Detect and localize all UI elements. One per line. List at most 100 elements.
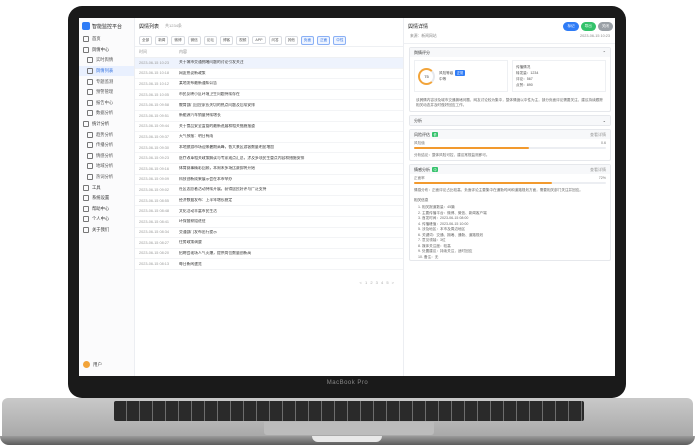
table-row[interactable]: 2023-06-15 08:41 环保督察组进驻 xyxy=(135,217,403,228)
sentiment-card: 情感分析中 查看详情 正面率 72% 情感分布：正面评论占比较高，负面评论主要集中… xyxy=(409,164,611,261)
laptop-deck xyxy=(2,398,693,436)
table-row[interactable]: 2023-06-15 10:12 某地发布最新通知公告 xyxy=(135,79,403,90)
row-time: 2023-06-15 08:13 xyxy=(139,262,169,267)
sidebar-item[interactable]: 实时舆情 xyxy=(79,55,134,66)
table-row[interactable]: 2023-06-15 09:02 社区志愿者活动持续开展，获得居民好评与广泛支持 xyxy=(135,185,403,196)
detail-action-button[interactable]: 关闭 xyxy=(597,21,613,31)
sidebar-item[interactable]: 系统设置 xyxy=(79,193,134,204)
table-row[interactable]: 2023-06-15 09:30 本地旅游市场迎来暑期高峰，各大景区游客数量明显增… xyxy=(135,143,403,154)
row-time: 2023-06-15 09:02 xyxy=(139,187,169,192)
sidebar-item[interactable]: 舆情中心 xyxy=(79,45,134,56)
sentiment-title: 情感分析 xyxy=(414,166,430,172)
filter-chip[interactable]: 问答 xyxy=(268,35,282,45)
user-name: 用户 xyxy=(93,361,102,367)
detail-action-button[interactable]: 标记 xyxy=(563,21,579,31)
risk-detail-link[interactable]: 查看详情 xyxy=(590,132,606,138)
filter-chip[interactable]: 全部 xyxy=(139,35,153,45)
risk-title: 风险评估 xyxy=(414,131,430,137)
table-row[interactable]: 2023-06-15 09:58 教育部门回应家长关切的热点问题及后续安排 xyxy=(135,100,403,111)
sidebar-item[interactable]: 热词分析 xyxy=(79,172,134,183)
sidebar-item[interactable]: 专题监测 xyxy=(79,76,134,87)
table-row[interactable]: 2023-06-15 10:23 关于城市交通拥堵问题的讨论引发关注 xyxy=(135,58,403,69)
sidebar-item[interactable]: 情感分析 xyxy=(79,151,134,162)
sidebar-item-label: 帮助中心 xyxy=(92,205,110,211)
filter-chip[interactable]: 其他 xyxy=(284,35,298,45)
sidebar-item[interactable]: 地域分析 xyxy=(79,161,134,172)
sidebar-item[interactable]: 数据分析 xyxy=(79,108,134,119)
sidebar-item[interactable]: 舆情列表 xyxy=(79,65,134,77)
chevron-down-icon[interactable]: ⌄ xyxy=(603,118,606,123)
filter-chip[interactable]: 微博 xyxy=(171,35,185,45)
filter-chip[interactable]: 博客 xyxy=(219,35,234,45)
sidebar-item-label: 舆情中心 xyxy=(92,46,110,52)
filter-chip[interactable]: 论坛 xyxy=(203,35,217,45)
nav-item-icon xyxy=(83,205,89,212)
sentiment-detail-link[interactable]: 查看详情 xyxy=(590,167,606,173)
table-row[interactable]: 2023-06-15 09:23 医疗改革相关政策解读与专家观点汇总，涉及多项民生… xyxy=(135,153,403,164)
row-time: 2023-06-15 08:27 xyxy=(139,240,169,245)
nav-item-icon xyxy=(83,36,89,43)
sidebar-item[interactable]: 统计分析 xyxy=(79,119,134,130)
detail-header: 舆情详情 标记 导出 关闭 xyxy=(404,18,615,34)
table-row[interactable]: 2023-06-15 09:09 科技创新成果展示会在本市举办 xyxy=(135,175,403,186)
filter-chip[interactable]: 新闻 xyxy=(155,35,169,45)
sentiment-filter-chip[interactable]: 中性 xyxy=(333,35,347,45)
related-list: 1. 相关报道数量：45篇 2. 主要传播平台：微博、微信、新闻客户端 3. 首发时… xyxy=(410,205,610,260)
sidebar-item[interactable]: 报告中心 xyxy=(79,98,134,109)
sidebar-item[interactable]: 趋势分析 xyxy=(79,129,134,140)
nav-item-icon xyxy=(87,163,93,170)
detail-source: 来源：新闻网站 xyxy=(410,34,437,38)
table-row[interactable]: 2023-06-15 10:18 网友热议新政策 xyxy=(135,69,403,80)
table-row[interactable]: 2023-06-15 10:05 市民反映小区环境卫生问题持续存在 xyxy=(135,90,403,101)
screen: 智能监控平台 首页 舆情中心 实时舆情 舆情列表 专题监测 预警管理 报告中心 数据分析 统计分… xyxy=(79,18,615,376)
pagination[interactable]: < 1 2 3 4 5 > xyxy=(360,280,395,285)
sidebar-item[interactable]: 预警管理 xyxy=(79,87,134,98)
table-row[interactable]: 2023-06-15 08:55 经济数据发布：上半年增长稳定 xyxy=(135,196,403,207)
sidebar-item[interactable]: 帮助中心 xyxy=(79,204,134,215)
nav-item-icon xyxy=(83,195,89,202)
table-row[interactable]: 2023-06-15 09:44 关于食品安全监管的最新进展和相关措施报道 xyxy=(135,122,403,133)
row-time: 2023-06-15 09:23 xyxy=(139,156,169,161)
table-body: 2023-06-15 10:23 关于城市交通拥堵问题的讨论引发关注 2023-06… xyxy=(135,58,403,270)
table-row[interactable]: 2023-06-15 08:20 招聘会现场人气火爆，提供岗位数量创新高 xyxy=(135,249,403,260)
table-row[interactable]: 2023-06-15 08:27 住房政策调整 xyxy=(135,238,403,249)
spread-summary: 传播情况 转发量：1234 评论：567 点赞：890 xyxy=(512,60,606,92)
filter-chip[interactable]: 微信 xyxy=(187,35,201,45)
sidebar: 智能监控平台 首页 舆情中心 实时舆情 舆情列表 专题监测 预警管理 报告中心 数据分析 统计分… xyxy=(79,18,135,376)
row-content: 本地旅游市场迎来暑期高峰，各大景区游客数量明显增加 xyxy=(179,145,274,150)
row-time: 2023-06-15 10:18 xyxy=(139,71,169,76)
row-time: 2023-06-15 10:12 xyxy=(139,81,169,86)
sidebar-item[interactable]: 工具 xyxy=(79,182,134,193)
row-content: 天气预报：明日有雨 xyxy=(179,134,214,139)
filter-chip[interactable]: 视频 xyxy=(236,35,250,45)
sidebar-item[interactable]: 传播分析 xyxy=(79,140,134,151)
sidebar-item-label: 专题监测 xyxy=(96,78,114,84)
row-time: 2023-06-15 09:16 xyxy=(139,166,169,171)
row-time: 2023-06-15 08:34 xyxy=(139,230,169,235)
sidebar-item-label: 热词分析 xyxy=(96,174,114,180)
nav-item-icon xyxy=(83,46,89,53)
sentiment-filter-chip[interactable]: 正面 xyxy=(317,35,331,45)
table-row[interactable]: 2023-06-15 09:51 新能源汽车销量持续增长 xyxy=(135,111,403,122)
sidebar-item-label: 关于我们 xyxy=(92,226,110,232)
laptop-base xyxy=(0,398,695,447)
detail-action-button[interactable]: 导出 xyxy=(580,21,596,31)
analysis-section-title: 分析 ⌄ xyxy=(410,116,610,125)
sidebar-item-label: 工具 xyxy=(92,184,101,190)
table-row[interactable]: 2023-06-15 08:48 文化活动丰富市民生活 xyxy=(135,206,403,217)
table-row[interactable]: 2023-06-15 09:16 体育赛事精彩回顾，本周末多场比赛即将开始 xyxy=(135,164,403,175)
table-row[interactable]: 2023-06-15 08:34 交通部门发布出行提示 xyxy=(135,228,403,239)
sidebar-item-label: 首页 xyxy=(92,36,101,42)
sidebar-item[interactable]: 关于我们 xyxy=(79,225,134,236)
sidebar-item[interactable]: 首页 xyxy=(79,34,134,45)
score-box: 75 风险等级 正常 中等 传播情况 转发量：1234 评论：567 点赞：890 xyxy=(410,57,610,95)
chevron-up-icon[interactable]: ⌃ xyxy=(603,50,606,55)
app-logo-icon xyxy=(82,22,90,30)
sidebar-item[interactable]: 个人中心 xyxy=(79,214,134,225)
user-profile[interactable]: 用户 xyxy=(83,361,102,368)
filter-chip[interactable]: APP xyxy=(252,36,266,44)
table-row[interactable]: 2023-06-15 08:13 每日新闻速览 xyxy=(135,259,403,270)
sentiment-filter-chip[interactable]: 负面 xyxy=(300,35,315,45)
table-row[interactable]: 2023-06-15 09:37 天气预报：明日有雨 xyxy=(135,132,403,143)
summary-text: 该舆情内容涉及城市交通拥堵问题，网友讨论较为集中，整体情绪以中性为主，部分负面评… xyxy=(416,98,603,107)
